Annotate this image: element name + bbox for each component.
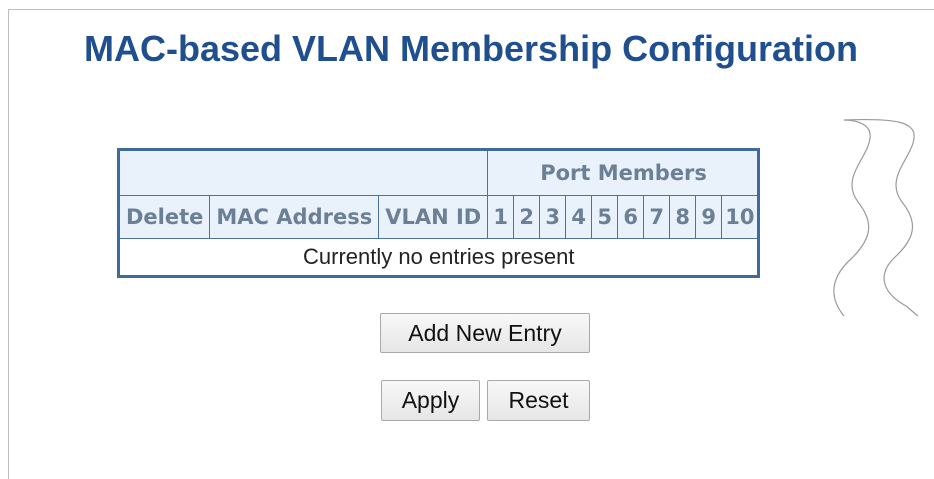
vlan-membership-table: Port Members Delete MAC Address VLAN ID … xyxy=(117,148,761,278)
empty-row: Currently no entries present xyxy=(118,238,759,277)
port-header-2: 2 xyxy=(513,195,541,239)
mac-address-column-header: MAC Address xyxy=(209,195,380,239)
page-title: MAC-based VLAN Membership Configuration xyxy=(84,28,859,69)
port-header-6: 6 xyxy=(617,195,645,239)
port-header-5: 5 xyxy=(591,195,619,239)
port-header-7: 7 xyxy=(643,195,671,239)
port-header-4: 4 xyxy=(565,195,593,239)
port-header-1: 1 xyxy=(487,195,515,239)
apply-button[interactable]: Apply xyxy=(381,380,480,421)
add-new-entry-button[interactable]: Add New Entry xyxy=(380,313,590,353)
table-group-header-row: Port Members xyxy=(117,149,760,196)
vlan-id-column-header: VLAN ID xyxy=(378,195,489,239)
port-header-3: 3 xyxy=(539,195,567,239)
delete-column-header: Delete xyxy=(117,195,211,239)
blank-header-cell xyxy=(117,149,489,196)
port-header-9: 9 xyxy=(695,195,723,239)
port-members-header: Port Members xyxy=(487,149,760,196)
torn-edge-icon xyxy=(833,118,919,317)
reset-button[interactable]: Reset xyxy=(487,380,590,421)
vlan-table-container: Port Members Delete MAC Address VLAN ID … xyxy=(117,148,846,286)
empty-message: Currently no entries present xyxy=(118,238,759,277)
port-header-10: 10 xyxy=(721,195,760,239)
port-header-8: 8 xyxy=(669,195,697,239)
table-column-header-row: Delete MAC Address VLAN ID 1 2 3 4 5 6 7… xyxy=(117,195,760,239)
